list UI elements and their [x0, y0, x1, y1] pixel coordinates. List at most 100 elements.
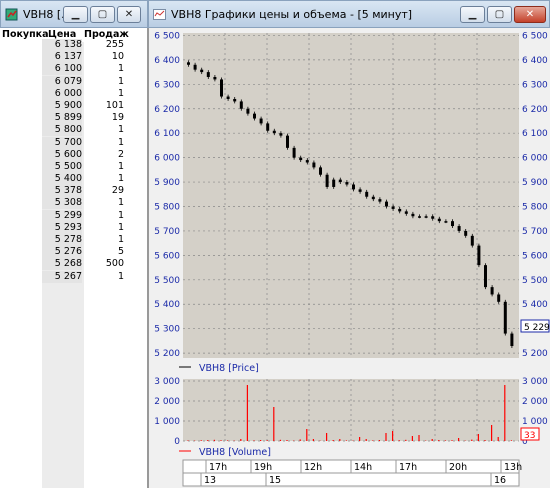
price-candle	[358, 189, 362, 192]
price-candle	[187, 62, 190, 65]
price-axis-tick-left: 5 500	[154, 276, 180, 286]
row-sell-volume: 1	[117, 234, 124, 245]
order-book-row[interactable]: 5 268 500	[0, 258, 148, 271]
price-candle	[470, 235, 474, 246]
chart-body: 5 2005 2005 3005 3005 4005 4005 5005 500…	[148, 28, 550, 488]
order-book-row[interactable]: 5 600 2	[0, 148, 148, 161]
chart-titlebar[interactable]: VBH8 Графики цены и объема - [5 минут] ▁…	[148, 0, 550, 28]
date-axis-label: 13	[204, 475, 216, 486]
price-candle	[404, 211, 408, 214]
price-axis-tick-left: 5 900	[154, 178, 180, 188]
price-axis-tick-left: 5 800	[154, 202, 180, 212]
order-book-table: Покупка Цена Продаж 6 138 255 6 137 10 6 100…	[0, 28, 148, 488]
order-book-row[interactable]: 5 293 1	[0, 221, 148, 234]
order-book-titlebar[interactable]: VBH8 [... ▁ ▢ ✕	[0, 0, 148, 28]
row-price: 5 293	[42, 221, 82, 234]
order-book-row[interactable]: 6 079 1	[0, 75, 148, 88]
minimize-icon: ▁	[71, 9, 80, 20]
volume-axis-tick-left: 1 000	[154, 417, 180, 427]
minimize-button[interactable]: ▁	[63, 6, 88, 23]
price-candle	[437, 218, 441, 222]
volume-axis-tick-left: 0	[174, 437, 180, 447]
row-price: 6 000	[42, 87, 82, 100]
order-book-row[interactable]: 6 000 1	[0, 87, 148, 100]
price-candle	[457, 226, 461, 231]
price-candle	[385, 201, 388, 207]
maximize-button[interactable]: ▢	[487, 6, 512, 23]
order-book-row[interactable]: 6 100 1	[0, 63, 148, 76]
order-book-row[interactable]: 5 299 1	[0, 209, 148, 222]
order-book-row[interactable]: 5 899 19	[0, 112, 148, 125]
price-candle	[206, 72, 210, 77]
row-sell-volume: 1	[117, 160, 124, 172]
order-book-window: VBH8 [... ▁ ▢ ✕ Покупка Цена Продаж 6 13…	[0, 0, 148, 488]
price-candle	[253, 113, 256, 119]
row-price: 5 700	[42, 136, 82, 149]
price-axis-tick-right: 6 300	[522, 80, 548, 90]
maximize-icon: ▢	[97, 9, 108, 20]
row-sell-volume: 1	[117, 197, 124, 209]
price-candle	[352, 184, 355, 190]
last-price-label: 5 229	[524, 323, 550, 333]
price-axis-tick-left: 5 700	[154, 227, 180, 237]
volume-legend: VBH8 [Volume]	[199, 447, 271, 458]
price-axis-tick-right: 5 700	[522, 227, 548, 237]
order-book-row[interactable]: 5 278 1	[0, 234, 148, 246]
order-book-row[interactable]: 5 308 1	[0, 197, 148, 210]
row-sell-volume: 29	[111, 185, 124, 197]
price-candle	[332, 179, 336, 187]
price-candle	[246, 108, 250, 114]
price-candle	[325, 174, 329, 187]
price-volume-chart[interactable]: 5 2005 2005 3005 3005 4005 4005 5005 500…	[149, 28, 550, 488]
price-candle	[418, 216, 421, 218]
price-candle	[411, 213, 415, 217]
price-axis-tick-right: 5 500	[522, 276, 548, 286]
price-axis-tick-right: 5 400	[522, 300, 548, 310]
order-book-row[interactable]: 5 500 1	[0, 160, 148, 173]
price-axis-tick-left: 6 300	[154, 80, 180, 90]
order-book-row[interactable]: 5 900 101	[0, 99, 148, 112]
maximize-button[interactable]: ▢	[90, 6, 115, 23]
row-price: 5 308	[42, 197, 82, 210]
price-candle	[464, 230, 468, 236]
order-book-row[interactable]: 5 276 5	[0, 246, 148, 259]
row-price: 6 138	[42, 39, 82, 51]
row-sell-volume: 1	[117, 209, 124, 221]
price-candle	[286, 135, 289, 148]
price-candle	[484, 265, 487, 288]
close-button[interactable]: ✕	[117, 6, 141, 23]
volume-axis-tick-right: 2 000	[522, 397, 548, 407]
row-price: 5 378	[42, 185, 82, 198]
price-candle	[299, 157, 303, 161]
row-price: 5 900	[42, 99, 82, 112]
volume-axis-tick-right: 3 000	[522, 377, 548, 387]
price-candle	[193, 64, 197, 70]
row-price: 5 800	[42, 124, 82, 137]
order-book-row[interactable]: 6 137 10	[0, 51, 148, 64]
price-axis-tick-left: 5 200	[154, 349, 180, 359]
order-book-row[interactable]: 5 267 1	[0, 270, 148, 283]
order-book-row[interactable]: 5 378 29	[0, 185, 148, 198]
price-candle	[497, 294, 501, 302]
row-price: 5 899	[42, 112, 82, 125]
order-book-row[interactable]: 6 138 255	[0, 39, 148, 51]
order-book-rows: 6 138 255 6 137 10 6 100 1 6 079 1 6 000 1 5 900 10…	[0, 39, 148, 283]
price-axis-tick-left: 6 400	[154, 56, 180, 66]
price-candle	[200, 69, 204, 73]
order-book-row[interactable]: 5 400 1	[0, 173, 148, 186]
price-axis-tick-left: 5 400	[154, 300, 180, 310]
order-book-row[interactable]: 5 700 1	[0, 136, 148, 149]
close-icon: ✕	[124, 9, 134, 20]
row-sell-volume: 19	[111, 112, 124, 124]
price-axis-tick-right: 6 000	[522, 154, 548, 164]
order-book-row[interactable]: 5 800 1	[0, 124, 148, 137]
close-button[interactable]: ✕	[514, 6, 546, 23]
price-candle	[424, 216, 428, 218]
date-axis-label: 16	[494, 475, 506, 486]
price-candle	[444, 221, 448, 223]
price-candle	[398, 208, 402, 212]
minimize-button[interactable]: ▁	[460, 6, 485, 23]
price-candle	[391, 206, 395, 209]
row-sell-volume: 1	[117, 75, 124, 87]
row-price: 6 137	[42, 51, 82, 64]
